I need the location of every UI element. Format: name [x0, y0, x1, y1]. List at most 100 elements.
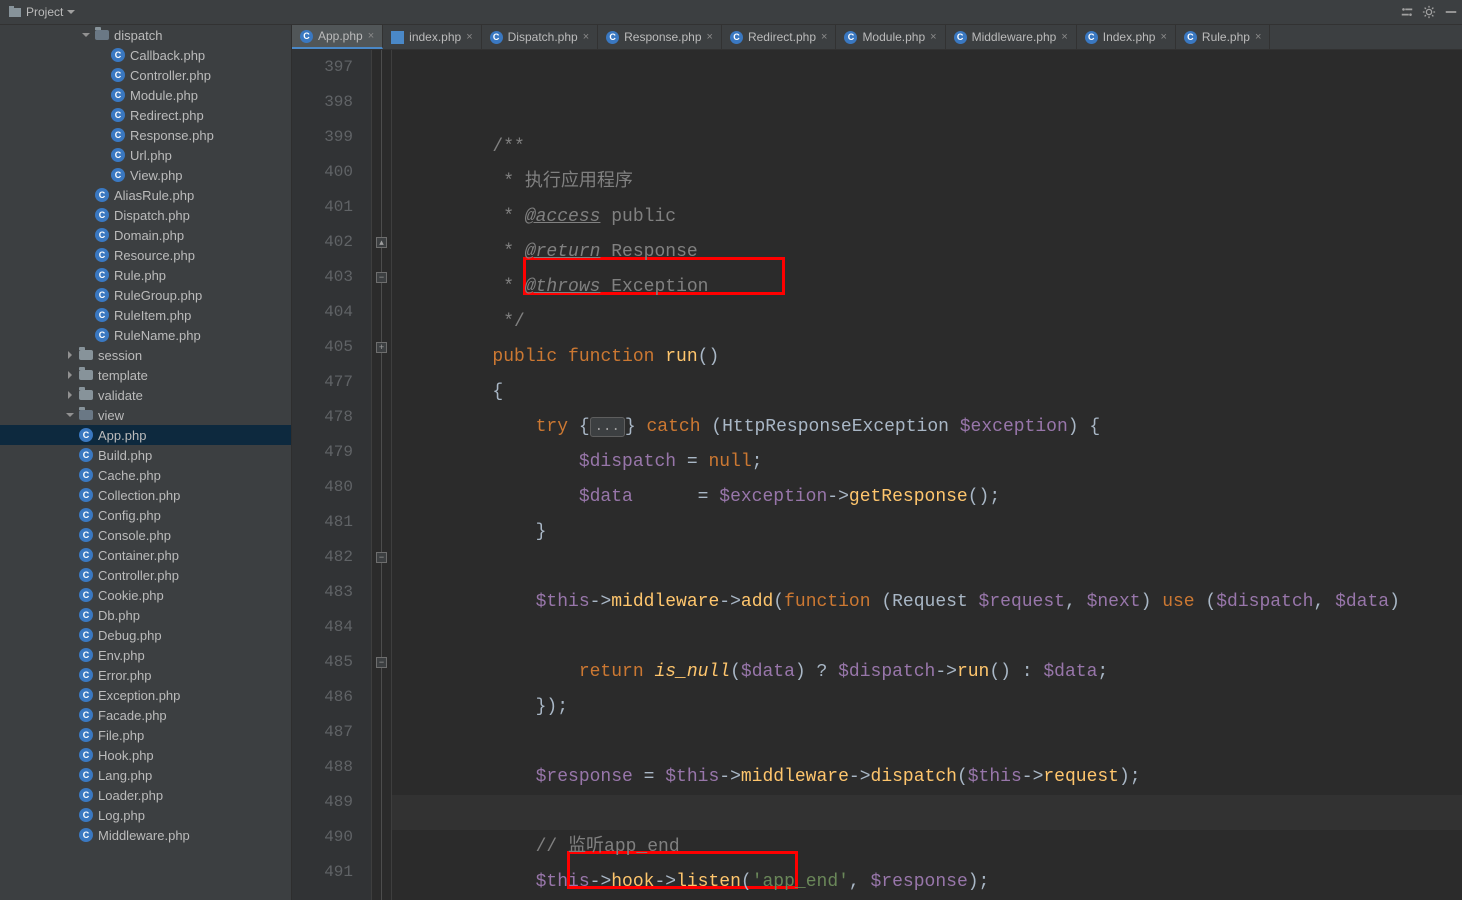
editor-tab[interactable]: CDispatch.php×: [482, 25, 598, 49]
code-line[interactable]: [392, 550, 1462, 585]
close-icon[interactable]: ×: [821, 31, 827, 43]
fold-ellipsis[interactable]: ...: [590, 417, 625, 437]
editor-tab[interactable]: CIndex.php×: [1077, 25, 1176, 49]
close-icon[interactable]: ×: [1061, 31, 1067, 43]
close-icon[interactable]: ×: [583, 31, 589, 43]
tree-item[interactable]: CError.php: [0, 665, 291, 685]
editor-tab[interactable]: CModule.php×: [836, 25, 945, 49]
code-line[interactable]: $this->middleware->add(function (Request…: [392, 585, 1462, 620]
gear-icon[interactable]: [1418, 1, 1440, 23]
code-line[interactable]: $data = $exception->getResponse();: [392, 480, 1462, 515]
line-number: 491: [292, 855, 353, 890]
tree-item[interactable]: CRedirect.php: [0, 105, 291, 125]
code-line[interactable]: [392, 620, 1462, 655]
fold-collapse-icon[interactable]: ▴: [376, 237, 387, 248]
tree-item[interactable]: CBuild.php: [0, 445, 291, 465]
chevron-down-icon[interactable]: [64, 409, 76, 421]
settings-icon[interactable]: [1396, 1, 1418, 23]
code-line[interactable]: [392, 795, 1462, 830]
code-line[interactable]: */: [392, 305, 1462, 340]
project-tree[interactable]: dispatchCCallback.phpCController.phpCMod…: [0, 25, 292, 900]
code-line[interactable]: /**: [392, 130, 1462, 165]
tree-item[interactable]: CFacade.php: [0, 705, 291, 725]
code-line[interactable]: // 监听app_end: [392, 830, 1462, 865]
tree-item[interactable]: CLoader.php: [0, 785, 291, 805]
project-dropdown[interactable]: Project: [0, 5, 83, 19]
tree-item[interactable]: CCallback.php: [0, 45, 291, 65]
tree-item[interactable]: CDebug.php: [0, 625, 291, 645]
chevron-right-icon[interactable]: [64, 389, 76, 401]
code-line[interactable]: {: [392, 375, 1462, 410]
code-line[interactable]: $response = $this->middleware->dispatch(…: [392, 760, 1462, 795]
tree-item[interactable]: CCollection.php: [0, 485, 291, 505]
fold-expand-icon[interactable]: +: [376, 342, 387, 353]
close-icon[interactable]: ×: [466, 31, 472, 43]
editor-tab[interactable]: CResponse.php×: [598, 25, 722, 49]
tree-item[interactable]: CModule.php: [0, 85, 291, 105]
tree-item[interactable]: CRuleName.php: [0, 325, 291, 345]
editor-tab[interactable]: CRule.php×: [1176, 25, 1270, 49]
tree-item[interactable]: CUrl.php: [0, 145, 291, 165]
editor-tab[interactable]: CRedirect.php×: [722, 25, 836, 49]
tree-item[interactable]: dispatch: [0, 25, 291, 45]
tree-item[interactable]: CFile.php: [0, 725, 291, 745]
code-editor[interactable]: /** * 执行应用程序 * @access public * @return …: [392, 50, 1462, 900]
tree-item[interactable]: CRule.php: [0, 265, 291, 285]
tree-item[interactable]: CRuleItem.php: [0, 305, 291, 325]
close-icon[interactable]: ×: [707, 31, 713, 43]
tree-item[interactable]: CCache.php: [0, 465, 291, 485]
tree-item[interactable]: CLog.php: [0, 805, 291, 825]
tree-item[interactable]: view: [0, 405, 291, 425]
collapse-icon[interactable]: [1440, 1, 1462, 23]
chevron-right-icon[interactable]: [64, 369, 76, 381]
tree-item[interactable]: CResponse.php: [0, 125, 291, 145]
fold-collapse-icon[interactable]: −: [376, 552, 387, 563]
chevron-down-icon[interactable]: [80, 29, 92, 41]
tree-item[interactable]: CCookie.php: [0, 585, 291, 605]
tree-item[interactable]: CContainer.php: [0, 545, 291, 565]
editor-tab[interactable]: CMiddleware.php×: [946, 25, 1077, 49]
code-line[interactable]: $this->hook->listen('app_end', $response…: [392, 865, 1462, 900]
tree-item[interactable]: template: [0, 365, 291, 385]
tree-item[interactable]: CApp.php: [0, 425, 291, 445]
code-line[interactable]: * @access public: [392, 200, 1462, 235]
close-icon[interactable]: ×: [1255, 31, 1261, 43]
code-line[interactable]: [392, 725, 1462, 760]
editor-tab[interactable]: CApp.php×: [292, 25, 383, 49]
code-line[interactable]: });: [392, 690, 1462, 725]
fold-collapse-icon[interactable]: −: [376, 272, 387, 283]
tree-item[interactable]: CConfig.php: [0, 505, 291, 525]
tree-item[interactable]: CDomain.php: [0, 225, 291, 245]
tree-item[interactable]: CHook.php: [0, 745, 291, 765]
tree-item[interactable]: CMiddleware.php: [0, 825, 291, 845]
code-line[interactable]: try {...} catch (HttpResponseException $…: [392, 410, 1462, 445]
fold-collapse-icon[interactable]: −: [376, 657, 387, 668]
close-icon[interactable]: ×: [1160, 31, 1166, 43]
close-icon[interactable]: ×: [368, 30, 374, 42]
code-line[interactable]: * @throws Exception: [392, 270, 1462, 305]
tree-item[interactable]: CDispatch.php: [0, 205, 291, 225]
tree-item[interactable]: CView.php: [0, 165, 291, 185]
code-line[interactable]: * 执行应用程序: [392, 165, 1462, 200]
tree-item[interactable]: validate: [0, 385, 291, 405]
code-line[interactable]: $dispatch = null;: [392, 445, 1462, 480]
code-line[interactable]: * @return Response: [392, 235, 1462, 270]
editor-tab[interactable]: index.php×: [383, 25, 481, 49]
code-line[interactable]: return is_null($data) ? $dispatch->run()…: [392, 655, 1462, 690]
chevron-right-icon[interactable]: [64, 349, 76, 361]
tree-item[interactable]: CConsole.php: [0, 525, 291, 545]
tree-item[interactable]: CAliasRule.php: [0, 185, 291, 205]
tree-item[interactable]: CRuleGroup.php: [0, 285, 291, 305]
close-icon[interactable]: ×: [930, 31, 936, 43]
tree-item[interactable]: CResource.php: [0, 245, 291, 265]
code-line[interactable]: public function run(): [392, 340, 1462, 375]
tree-item[interactable]: CController.php: [0, 65, 291, 85]
tree-item[interactable]: CException.php: [0, 685, 291, 705]
tree-item[interactable]: CLang.php: [0, 765, 291, 785]
code-line[interactable]: }: [392, 515, 1462, 550]
tree-item[interactable]: CController.php: [0, 565, 291, 585]
tree-item[interactable]: CDb.php: [0, 605, 291, 625]
tree-item[interactable]: session: [0, 345, 291, 365]
tree-item[interactable]: CEnv.php: [0, 645, 291, 665]
fold-column[interactable]: ▴ − + − −: [372, 50, 392, 900]
